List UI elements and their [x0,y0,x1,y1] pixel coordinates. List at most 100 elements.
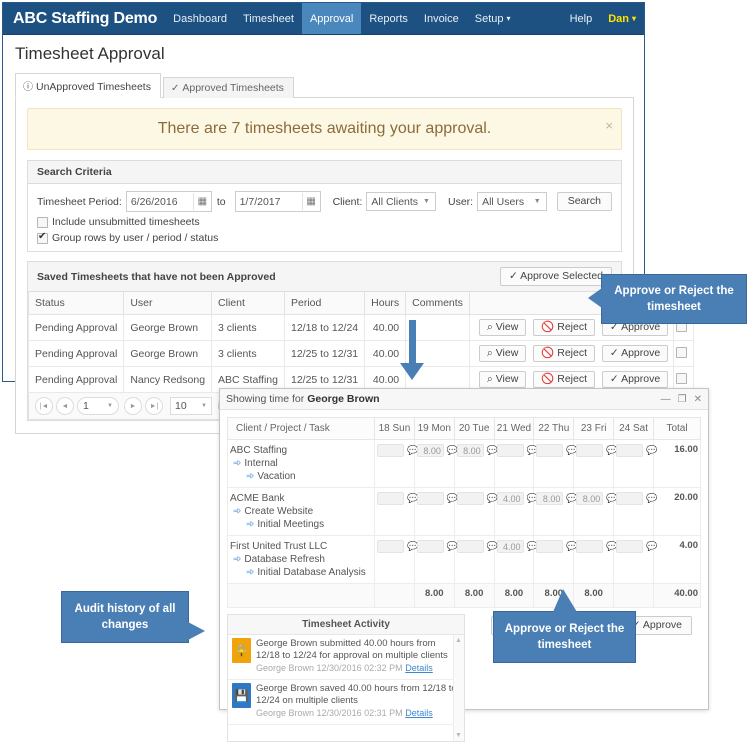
user-select[interactable]: All Users ▼ [477,192,547,211]
dialog-title-bar: Showing time for George Brown — ❐ ✕ [220,389,708,410]
tab-unapproved-timesheets[interactable]: ⓘ UnApproved Timesheets [15,73,161,98]
note-icon[interactable]: 💬 [646,446,657,455]
client-label: Client: [332,195,363,208]
calendar-icon[interactable]: ▦ [301,193,320,210]
approve-selected-button[interactable]: ✓ Approve Selected [499,267,612,286]
hours-input[interactable] [616,492,644,505]
summary-label-cell [227,583,375,608]
col-day-19-mon: 19 Mon [413,417,455,440]
last-page-button[interactable]: ►| [145,397,163,415]
close-icon[interactable]: ✕ [694,394,702,405]
hours-input[interactable] [416,540,444,553]
hours-input[interactable] [536,540,564,553]
client-name: First United Trust LLC [230,541,328,552]
cell-hours-day: 💬 [374,439,418,488]
hours-input[interactable] [377,492,404,505]
nav-item-invoice[interactable]: Invoice [416,3,467,34]
hours-input[interactable] [456,492,484,505]
details-link[interactable]: Details [405,708,433,718]
group-rows-checkbox[interactable] [37,231,48,244]
details-link[interactable]: Details [405,663,433,673]
cell-status: Pending Approval [27,340,125,367]
timesheet-activity-panel: Timesheet Activity 🔒 George Brown submit… [227,614,465,742]
hours-input[interactable] [496,444,524,457]
hours-input[interactable] [576,444,604,457]
nav-item-timesheet[interactable]: Timesheet [235,3,302,34]
view-button[interactable]: ⌕ View [478,371,527,388]
scroll-up-icon[interactable]: ▲ [455,637,462,644]
tab-approved-timesheets[interactable]: ✓ Approved Timesheets [162,77,294,98]
client-select[interactable]: All Clients ▼ [366,192,436,211]
project-row: ➾ Database Refresh [230,553,372,566]
hours-input[interactable] [377,444,404,457]
nav-item-approval[interactable]: Approval [301,3,362,34]
group-rows-row[interactable]: Group rows by user / period / status [37,231,612,244]
cell-user: George Brown [123,340,213,367]
date-to-field[interactable]: ▦ [234,191,321,212]
nav-item-setup[interactable]: Setup ▾ [467,3,519,34]
hours-input[interactable]: 8.00 [416,444,444,457]
activity-scrollbar[interactable]: ▲ ▼ [453,635,464,741]
reject-label: Reject [557,321,587,333]
cell-hours-day: 8.00 💬 [533,487,578,536]
nav-label: Setup [474,12,504,25]
hours-input[interactable] [616,444,644,457]
view-button[interactable]: ⌕ View [478,345,527,362]
approve-label: Approve [621,347,661,359]
hours-input[interactable]: 4.00 [496,540,524,553]
nav-label: Dashboard [173,12,227,25]
row-checkbox[interactable] [676,372,688,384]
search-button[interactable]: Search [556,192,612,211]
nav-item-dashboard[interactable]: Dashboard [165,3,235,34]
col-client-project-task: Client / Project / Task [227,417,375,440]
date-from-input[interactable] [126,195,193,208]
user-select-value: All Users [482,195,525,208]
page-number-select[interactable]: 1 ▼ [77,397,119,415]
reject-button[interactable]: 🚫 Reject [533,345,595,362]
page-size-select[interactable]: 10 ▼ [170,397,212,415]
hours-input[interactable] [377,540,404,553]
maximize-icon[interactable]: ❐ [678,394,687,405]
cell-hours-day: 💬 [533,535,578,584]
hours-input[interactable] [576,540,604,553]
close-icon[interactable]: × [605,118,613,133]
hours-input[interactable] [456,540,484,553]
nav-item-user-menu[interactable]: Dan ▾ [600,3,644,34]
hours-input[interactable]: 4.00 [496,492,524,505]
hours-input[interactable]: 8.00 [456,444,484,457]
project-name: Create Website [244,506,314,517]
date-to-input[interactable] [235,195,302,208]
exclamation-circle-icon: ⓘ [23,82,33,93]
hours-input[interactable] [616,540,644,553]
include-unsubmitted-checkbox[interactable] [37,216,48,228]
approve-button[interactable]: ✓ Approve [601,371,669,388]
activity-message: George Brown saved 40.00 hours from 12/1… [256,683,457,706]
hours-input[interactable]: 8.00 [536,492,564,505]
user-name-label: Dan [608,12,629,25]
reject-button[interactable]: 🚫 Reject [533,319,595,336]
time-entry-row: ACME Bank ➾ Create Website ➾ Initial Meeti… [227,487,701,536]
prev-page-button[interactable]: ◄ [56,397,74,415]
date-from-field[interactable]: ▦ [125,191,212,212]
scroll-down-icon[interactable]: ▼ [455,732,462,739]
include-unsubmitted-row[interactable]: Include unsubmitted timesheets [37,216,612,228]
callout-text: Approve or Reject the timesheet [504,623,625,651]
row-checkbox[interactable] [676,346,688,358]
minimize-icon[interactable]: — [661,394,671,405]
callout-tail-right [188,622,205,640]
view-button[interactable]: ⌕ View [478,319,527,336]
hours-input[interactable] [536,444,564,457]
dialog-title-user: George Brown [307,393,380,405]
nav-item-help[interactable]: Help [562,3,601,34]
nav-item-reports[interactable]: Reports [361,3,416,34]
approve-button[interactable]: ✓ Approve [601,345,669,362]
next-page-button[interactable]: ► [124,397,142,415]
first-page-button[interactable]: |◄ [35,397,53,415]
hours-input[interactable]: 8.00 [576,492,604,505]
note-icon[interactable]: 💬 [646,494,657,503]
note-icon[interactable]: 💬 [646,542,657,551]
calendar-icon[interactable]: ▦ [192,193,211,210]
hours-input[interactable] [416,492,444,505]
callout-audit-history: Audit history of all changes [61,591,189,643]
reject-button[interactable]: 🚫 Reject [533,371,595,388]
